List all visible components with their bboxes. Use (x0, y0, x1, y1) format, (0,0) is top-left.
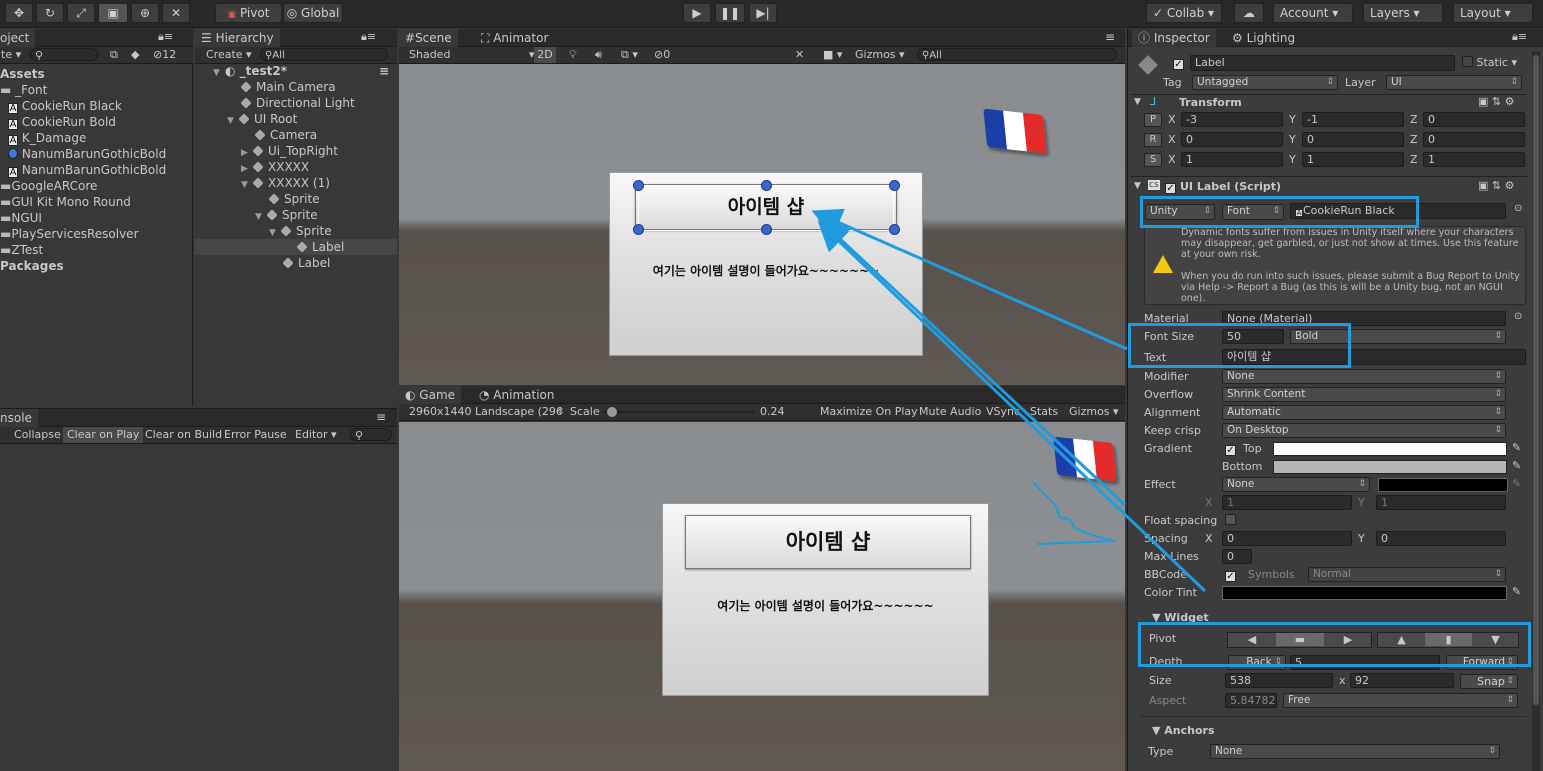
underline-annotation (1036, 540, 1116, 545)
arrow-annotation (817, 220, 1207, 593)
arrow-annotation (817, 217, 1127, 507)
annotation-overlay (811, 208, 1207, 593)
arrow-annotation (811, 208, 1128, 351)
